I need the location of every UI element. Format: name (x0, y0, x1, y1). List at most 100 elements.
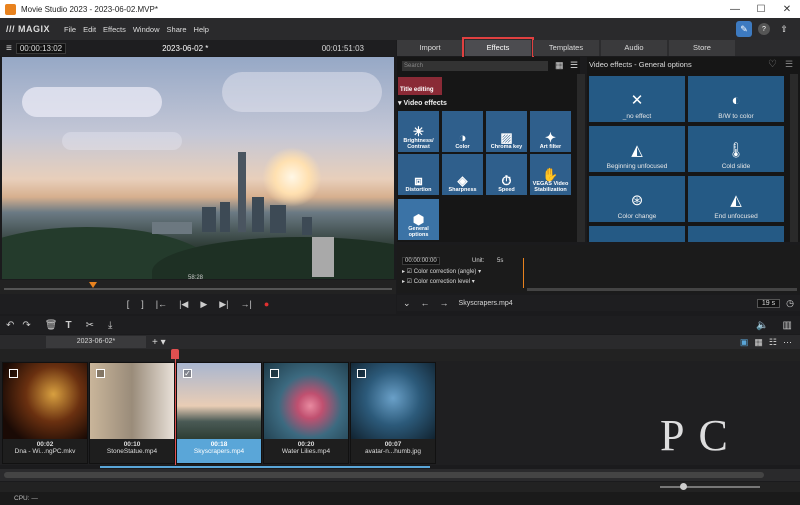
preset-bw-to-color[interactable]: ◐ B/W to color (688, 76, 784, 122)
timeline-scrollbar[interactable] (0, 469, 800, 481)
text-icon[interactable]: T (65, 320, 71, 331)
preset-beginning-unfocused[interactable]: ◭ Beginning unfocused (589, 126, 685, 172)
hexagon-icon: ⬢ (412, 212, 425, 227)
keyframe-playhead[interactable] (523, 258, 524, 288)
project-tab[interactable]: 2023-06-02* (46, 336, 146, 348)
tab-templates[interactable]: Templates (533, 40, 599, 56)
maximize-button[interactable]: ☐ (748, 4, 774, 15)
redo-icon[interactable]: ↷ (22, 320, 30, 331)
clip-duration[interactable]: 19 s (756, 298, 781, 308)
clip-checkbox[interactable] (357, 369, 366, 378)
mark-in-button[interactable]: [ (127, 299, 130, 309)
preset-end-unfocused[interactable]: ◭ End unfocused (688, 176, 784, 222)
scrub-bar[interactable]: 58:28 (0, 275, 396, 294)
keyframe-row-level[interactable]: ▸ ☑ Color correction level ▾ (402, 278, 475, 285)
color-wheel-icon: ⊛ (630, 192, 644, 209)
clip-avatar[interactable]: 00:07 avatar-n...humb.jpg (350, 362, 436, 464)
previous-frame-button[interactable]: |◀ (179, 299, 188, 310)
grid-view-icon[interactable]: ▦ (555, 60, 564, 71)
next-frame-button[interactable]: ▶| (219, 299, 228, 310)
preset-cold-slide[interactable]: 🌡 Cold slide (688, 126, 784, 172)
clip-water-lilies[interactable]: 00:20 Water Lilies.mp4 (263, 362, 349, 464)
tab-store[interactable]: Store (669, 40, 735, 56)
preset-color-change[interactable]: ⊛ Color change (589, 176, 685, 222)
record-button[interactable]: ● (264, 299, 269, 309)
minimize-button[interactable]: — (722, 4, 748, 15)
clip-dna[interactable]: 00:02 Dna - Wi...ngPC.mkv (2, 362, 88, 464)
tab-import[interactable]: Import (397, 40, 463, 56)
menu-window[interactable]: Window (133, 25, 160, 34)
collapse-icon[interactable]: ⌄ (403, 298, 411, 309)
mark-out-button[interactable]: ] (141, 299, 144, 309)
menu-edit[interactable]: Edit (83, 25, 96, 34)
back-arrow-icon[interactable]: ← (421, 298, 430, 308)
close-button[interactable]: ✕ (774, 4, 800, 15)
playhead-marker[interactable] (89, 282, 98, 288)
film-icon[interactable]: ▥ (783, 320, 792, 331)
effect-vegas-stabilization[interactable]: ✋ VEGAS Video Stabilization (530, 154, 571, 195)
keyframe-timecode[interactable]: 00:00:00:00 (402, 257, 440, 265)
tab-audio[interactable]: Audio (601, 40, 667, 56)
list-view-icon[interactable]: ☰ (570, 60, 578, 71)
preset-partial[interactable] (589, 226, 685, 242)
title-editing-tile[interactable]: Title editing (398, 77, 442, 95)
menu-file[interactable]: File (64, 25, 76, 34)
add-tab-icon[interactable]: + ▾ (152, 337, 166, 348)
clip-checkbox[interactable] (270, 369, 279, 378)
menu-icon[interactable]: ☰ (785, 59, 793, 70)
status-bar: CPU: — (0, 492, 800, 505)
forward-arrow-icon[interactable]: → (440, 298, 449, 308)
hamburger-menu-icon[interactable]: ≡ (6, 43, 12, 54)
play-button[interactable]: ▶ (200, 299, 207, 310)
preset-no-effect[interactable]: ✕ _no effect (589, 76, 685, 122)
scissors-icon[interactable]: ✂ (86, 320, 94, 331)
scroll-thumb[interactable] (4, 472, 764, 478)
effect-sharpness[interactable]: ◈ Sharpness (442, 154, 483, 195)
clip-checkbox[interactable] (9, 369, 18, 378)
clock-icon[interactable]: ◷ (786, 298, 794, 309)
effect-speed[interactable]: ⏱ Speed (486, 154, 527, 195)
timeline-ruler[interactable] (0, 349, 800, 361)
list-view-icon[interactable]: ☷ (769, 337, 777, 348)
effect-art-filter[interactable]: ✦ Art filter (530, 111, 571, 152)
presets-scrollbar[interactable] (790, 74, 798, 242)
video-preview[interactable] (2, 57, 394, 279)
highlight-icon[interactable]: ✎ (736, 21, 752, 37)
menu-share[interactable]: Share (167, 25, 187, 34)
effect-brightness-contrast[interactable]: ☀ Brightness/ Contrast (398, 111, 439, 152)
go-to-end-button[interactable]: →| (241, 299, 252, 309)
menu-effects[interactable]: Effects (103, 25, 126, 34)
effect-distortion[interactable]: ⧈ Distortion (398, 154, 439, 195)
clip-stone-statue[interactable]: 00:10 StoneStatue.mp4 (89, 362, 175, 464)
tab-effects[interactable]: Effects (462, 37, 534, 59)
timecode-current[interactable]: 00:00:13:02 (15, 42, 67, 54)
storyboard-view-icon[interactable]: ▣ (740, 337, 749, 348)
project-tab-bar: 2023-06-02* + ▾ ▣ ▦ ☷ ⋯ (0, 335, 800, 349)
effect-general-options[interactable]: ⬢ General options (398, 199, 439, 240)
clip-checkbox[interactable] (96, 369, 105, 378)
mute-icon[interactable]: 🔈 (756, 320, 768, 331)
unit-value[interactable]: 5s (497, 258, 503, 264)
preset-partial[interactable] (688, 226, 784, 242)
search-input[interactable]: Search (402, 61, 548, 71)
clip-skyscrapers[interactable]: ✓ 00:18 Skyscrapers.mp4 (176, 362, 262, 464)
library-scrollbar[interactable] (577, 74, 585, 242)
keyframe-scrollbar[interactable] (527, 288, 797, 291)
clip-checkbox[interactable]: ✓ (183, 369, 192, 378)
effect-chroma-key[interactable]: ▨ Chroma key (486, 111, 527, 152)
go-to-start-button[interactable]: |← (156, 299, 167, 309)
undo-icon[interactable]: ↶ (6, 320, 14, 331)
keyframe-row-angle[interactable]: ▸ ☑ Color correction (angle) ▾ (402, 268, 481, 275)
zoom-slider[interactable] (660, 486, 760, 488)
heart-icon[interactable]: ♡ (768, 59, 777, 70)
settings-icon[interactable]: ⋯ (783, 337, 792, 348)
help-icon[interactable]: ? (758, 23, 770, 35)
delete-icon[interactable]: 🗑 (45, 320, 58, 331)
effect-color[interactable]: ◑ Color (442, 111, 483, 152)
grid-view-icon[interactable]: ▦ (754, 337, 763, 348)
menu-help[interactable]: Help (194, 25, 209, 34)
insert-icon[interactable]: ⤓ (108, 320, 112, 331)
export-icon[interactable]: ⇧ (776, 21, 792, 37)
video-effects-section-header[interactable]: ▾ Video effects (398, 99, 447, 107)
zoom-handle[interactable] (680, 483, 687, 490)
